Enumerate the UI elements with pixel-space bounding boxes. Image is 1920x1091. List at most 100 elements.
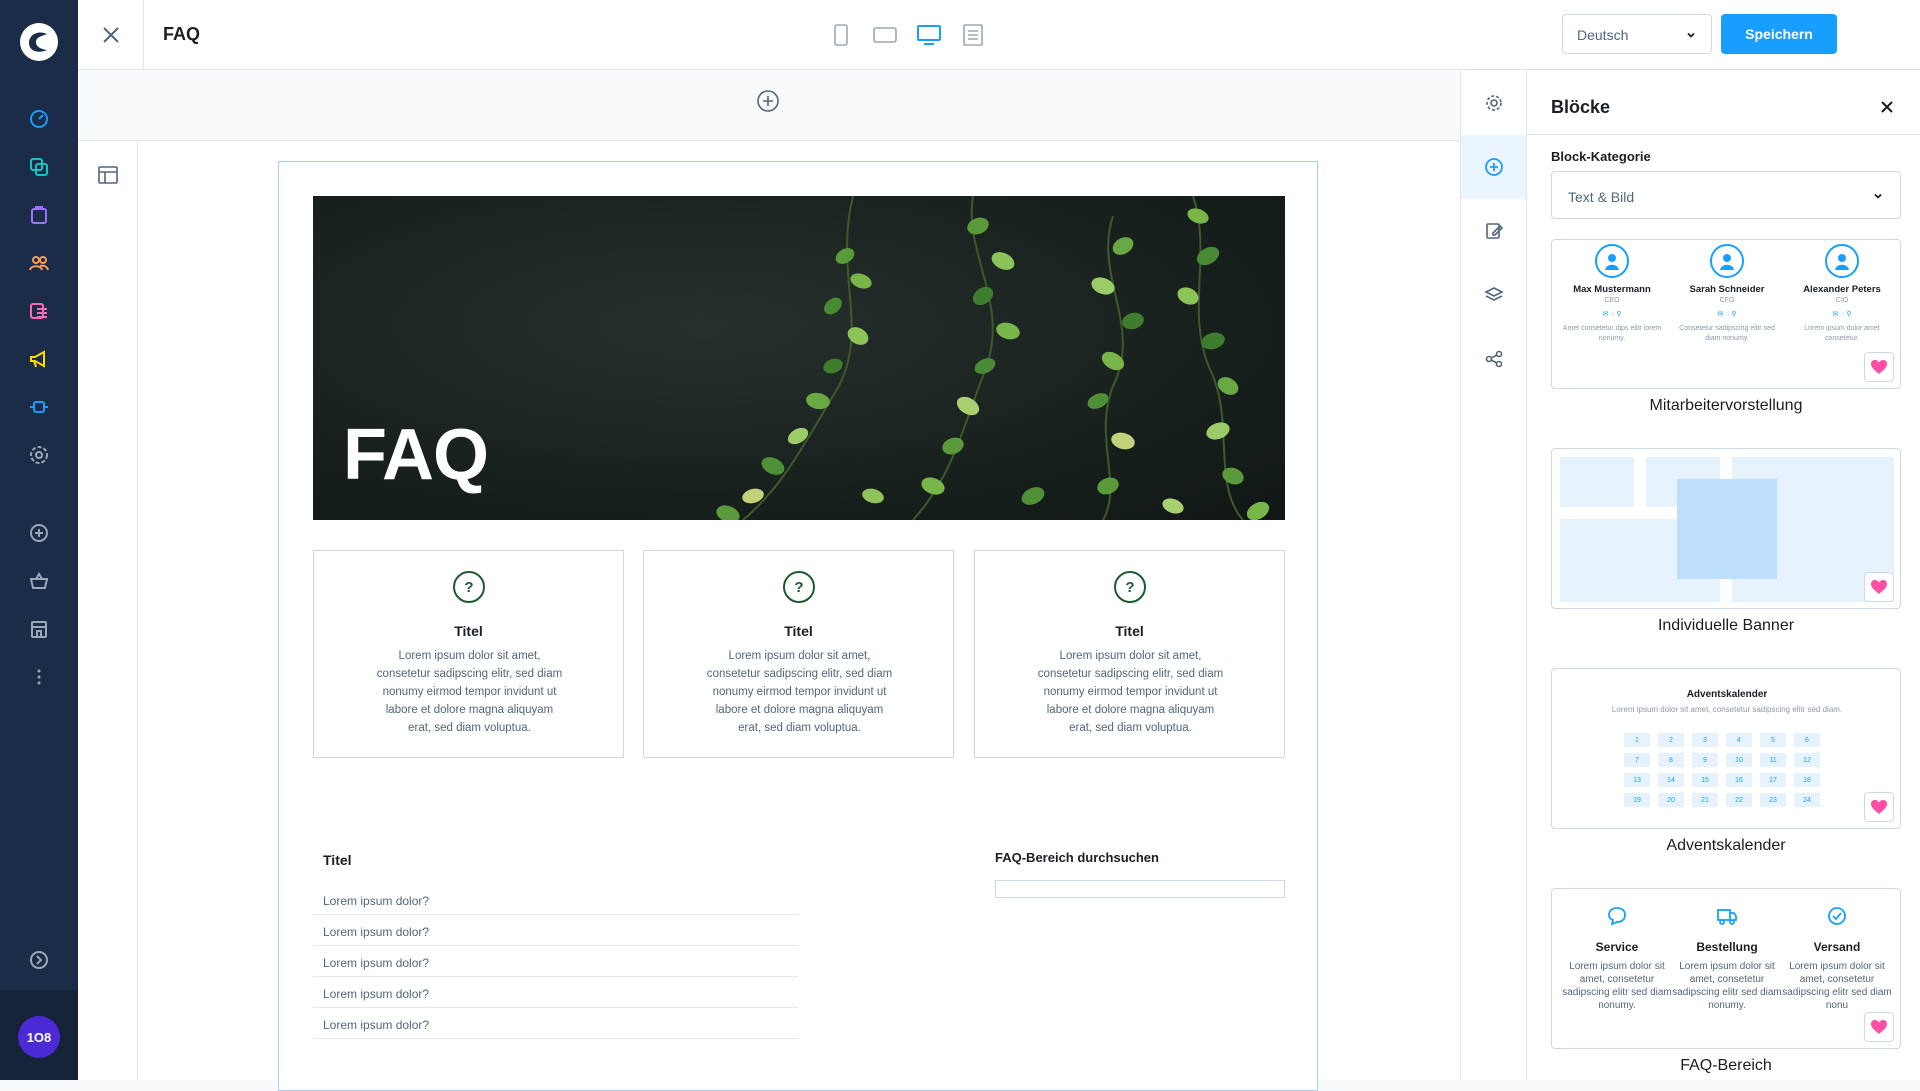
faq-item[interactable]: Lorem ipsum dolor? [313, 915, 798, 946]
edit-icon [1486, 223, 1504, 239]
faq-item[interactable]: Lorem ipsum dolor? [313, 946, 798, 977]
category-value: Text & Bild [1568, 189, 1635, 205]
advent-title: Adventskalender [1686, 689, 1768, 700]
advent-day: 14 [1658, 773, 1684, 787]
marketing-icon[interactable] [25, 345, 53, 373]
block-name: Individuelle Banner [1657, 617, 1795, 634]
tablet-icon[interactable] [872, 22, 898, 48]
plus-circle-icon [1485, 158, 1503, 176]
check-circle-icon [1828, 907, 1846, 925]
panel-header: Blöcke [1527, 71, 1920, 135]
save-button[interactable]: Speichern [1721, 14, 1837, 54]
editor-canvas: FAQ ? Titel Lorem ipsum dolor sit amet, … [78, 71, 1460, 1091]
hero-title: FAQ [343, 415, 489, 495]
user-avatar-icon [1710, 244, 1744, 278]
basket-icon[interactable] [25, 567, 53, 595]
faq-block-text: Lorem ipsum dolor sit amet, consetetur s… [1672, 961, 1782, 1011]
store-icon[interactable] [25, 615, 53, 643]
employee-text: Consetetur sadipscing elitr sed diam non… [1679, 325, 1775, 342]
avatar[interactable]: 1O8 [18, 1016, 60, 1058]
hero-banner-image[interactable]: FAQ [313, 196, 1285, 520]
block-preview-faq[interactable]: Service Lorem ipsum dolor sit amet, cons… [1551, 888, 1901, 1049]
favorite-button[interactable] [1864, 352, 1894, 382]
advent-day: 19 [1624, 793, 1650, 807]
employee-social: ✉ ◌ ⚲ [1832, 311, 1852, 318]
faq-search-title: FAQ-Bereich durchsuchen [995, 850, 1159, 865]
section-tools [78, 141, 138, 1080]
advent-day: 15 [1692, 773, 1718, 787]
favorite-button[interactable] [1864, 572, 1894, 602]
close-editor-button[interactable] [78, 0, 144, 70]
advent-subtitle: Lorem ipsum dolor sit amet, consetetur s… [1611, 705, 1843, 714]
faq-item[interactable]: Lorem ipsum dolor? [313, 884, 798, 915]
expand-icon[interactable] [25, 946, 53, 974]
settings-tab[interactable] [1461, 71, 1527, 135]
form-icon[interactable] [960, 22, 986, 48]
card-text: Lorem ipsum dolor sit amet, consetetur s… [1037, 650, 1224, 734]
block-preview-banners[interactable] [1551, 448, 1901, 609]
block-name: Adventskalender [1666, 837, 1786, 854]
advent-day: 12 [1794, 753, 1820, 767]
advent-day: 22 [1726, 793, 1752, 807]
extensions-icon[interactable] [25, 393, 53, 421]
employee-name: Max Mustermann [1573, 284, 1651, 295]
block-name: FAQ-Bereich [1680, 1057, 1772, 1074]
shopware-logo-icon[interactable] [19, 22, 59, 62]
dashboard-icon[interactable] [25, 105, 53, 133]
employee-role: CIO [1835, 297, 1849, 304]
category-select[interactable]: Text & Bild [1551, 171, 1901, 219]
advent-day: 16 [1726, 773, 1752, 787]
faq-block-column: Versand Lorem ipsum dolor sit amet, cons… [1782, 905, 1892, 1012]
card-text: Lorem ipsum dolor sit amet, consetetur s… [376, 650, 563, 734]
card-title: Titel [454, 623, 483, 639]
advent-day: 24 [1794, 793, 1820, 807]
desktop-icon[interactable] [916, 22, 942, 48]
chevron-down-icon [1687, 32, 1695, 38]
block-preview-advent[interactable]: Adventskalender Lorem ipsum dolor sit am… [1551, 668, 1901, 829]
language-value: Deutsch [1577, 27, 1629, 43]
favorite-button[interactable] [1864, 1012, 1894, 1042]
layout-icon[interactable] [96, 163, 120, 187]
cms-page-frame[interactable]: FAQ ? Titel Lorem ipsum dolor sit amet, … [278, 161, 1318, 1091]
close-icon[interactable] [1879, 99, 1895, 115]
chevron-down-icon [1874, 193, 1882, 199]
page-title: FAQ [163, 24, 201, 44]
add-section-icon[interactable] [756, 89, 780, 113]
faq-item[interactable]: Lorem ipsum dolor? [313, 1008, 798, 1039]
favorite-button[interactable] [1864, 792, 1894, 822]
advent-day: 18 [1794, 773, 1820, 787]
panel-title: Blöcke [1551, 97, 1611, 117]
advent-day: 23 [1760, 793, 1786, 807]
share-tab[interactable] [1461, 327, 1527, 391]
advent-day: 4 [1726, 733, 1752, 747]
faq-search-input[interactable] [995, 880, 1285, 898]
info-card[interactable]: ? Titel Lorem ipsum dolor sit amet, cons… [974, 550, 1285, 758]
employee-text: Lorem ipsum dolor amet consetetur. [1804, 325, 1880, 342]
advent-day: 7 [1624, 753, 1650, 767]
add-blocks-tab[interactable] [1461, 135, 1527, 199]
advent-day: 2 [1658, 733, 1684, 747]
orders-icon[interactable] [25, 201, 53, 229]
more-icon[interactable] [25, 663, 53, 691]
advent-day: 9 [1692, 753, 1718, 767]
edit-tab[interactable] [1461, 199, 1527, 263]
mobile-icon[interactable] [828, 22, 854, 48]
advent-day: 21 [1692, 793, 1718, 807]
faq-block-column: Service Lorem ipsum dolor sit amet, cons… [1562, 905, 1672, 1012]
employee-name: Alexander Peters [1803, 284, 1881, 295]
catalog-icon[interactable] [25, 153, 53, 181]
add-icon[interactable] [25, 519, 53, 547]
info-card[interactable]: ? Titel Lorem ipsum dolor sit amet, cons… [643, 550, 954, 758]
block-name: Mitarbeitervorstellung [1649, 397, 1803, 414]
block-preview-employees[interactable]: Max Mustermann CEO ✉ ◌ ⚲ Amet consetetur… [1551, 239, 1901, 389]
settings-icon[interactable] [25, 441, 53, 469]
gear-icon [1486, 95, 1502, 111]
customers-icon[interactable] [25, 249, 53, 277]
faq-item[interactable]: Lorem ipsum dolor? [313, 977, 798, 1008]
share-icon [1485, 350, 1503, 368]
content-icon[interactable] [25, 297, 53, 325]
info-card[interactable]: ? Titel Lorem ipsum dolor sit amet, cons… [313, 550, 624, 758]
language-select[interactable]: Deutsch [1562, 14, 1712, 54]
layers-tab[interactable] [1461, 263, 1527, 327]
employee-social: ✉ ◌ ⚲ [1602, 311, 1622, 318]
